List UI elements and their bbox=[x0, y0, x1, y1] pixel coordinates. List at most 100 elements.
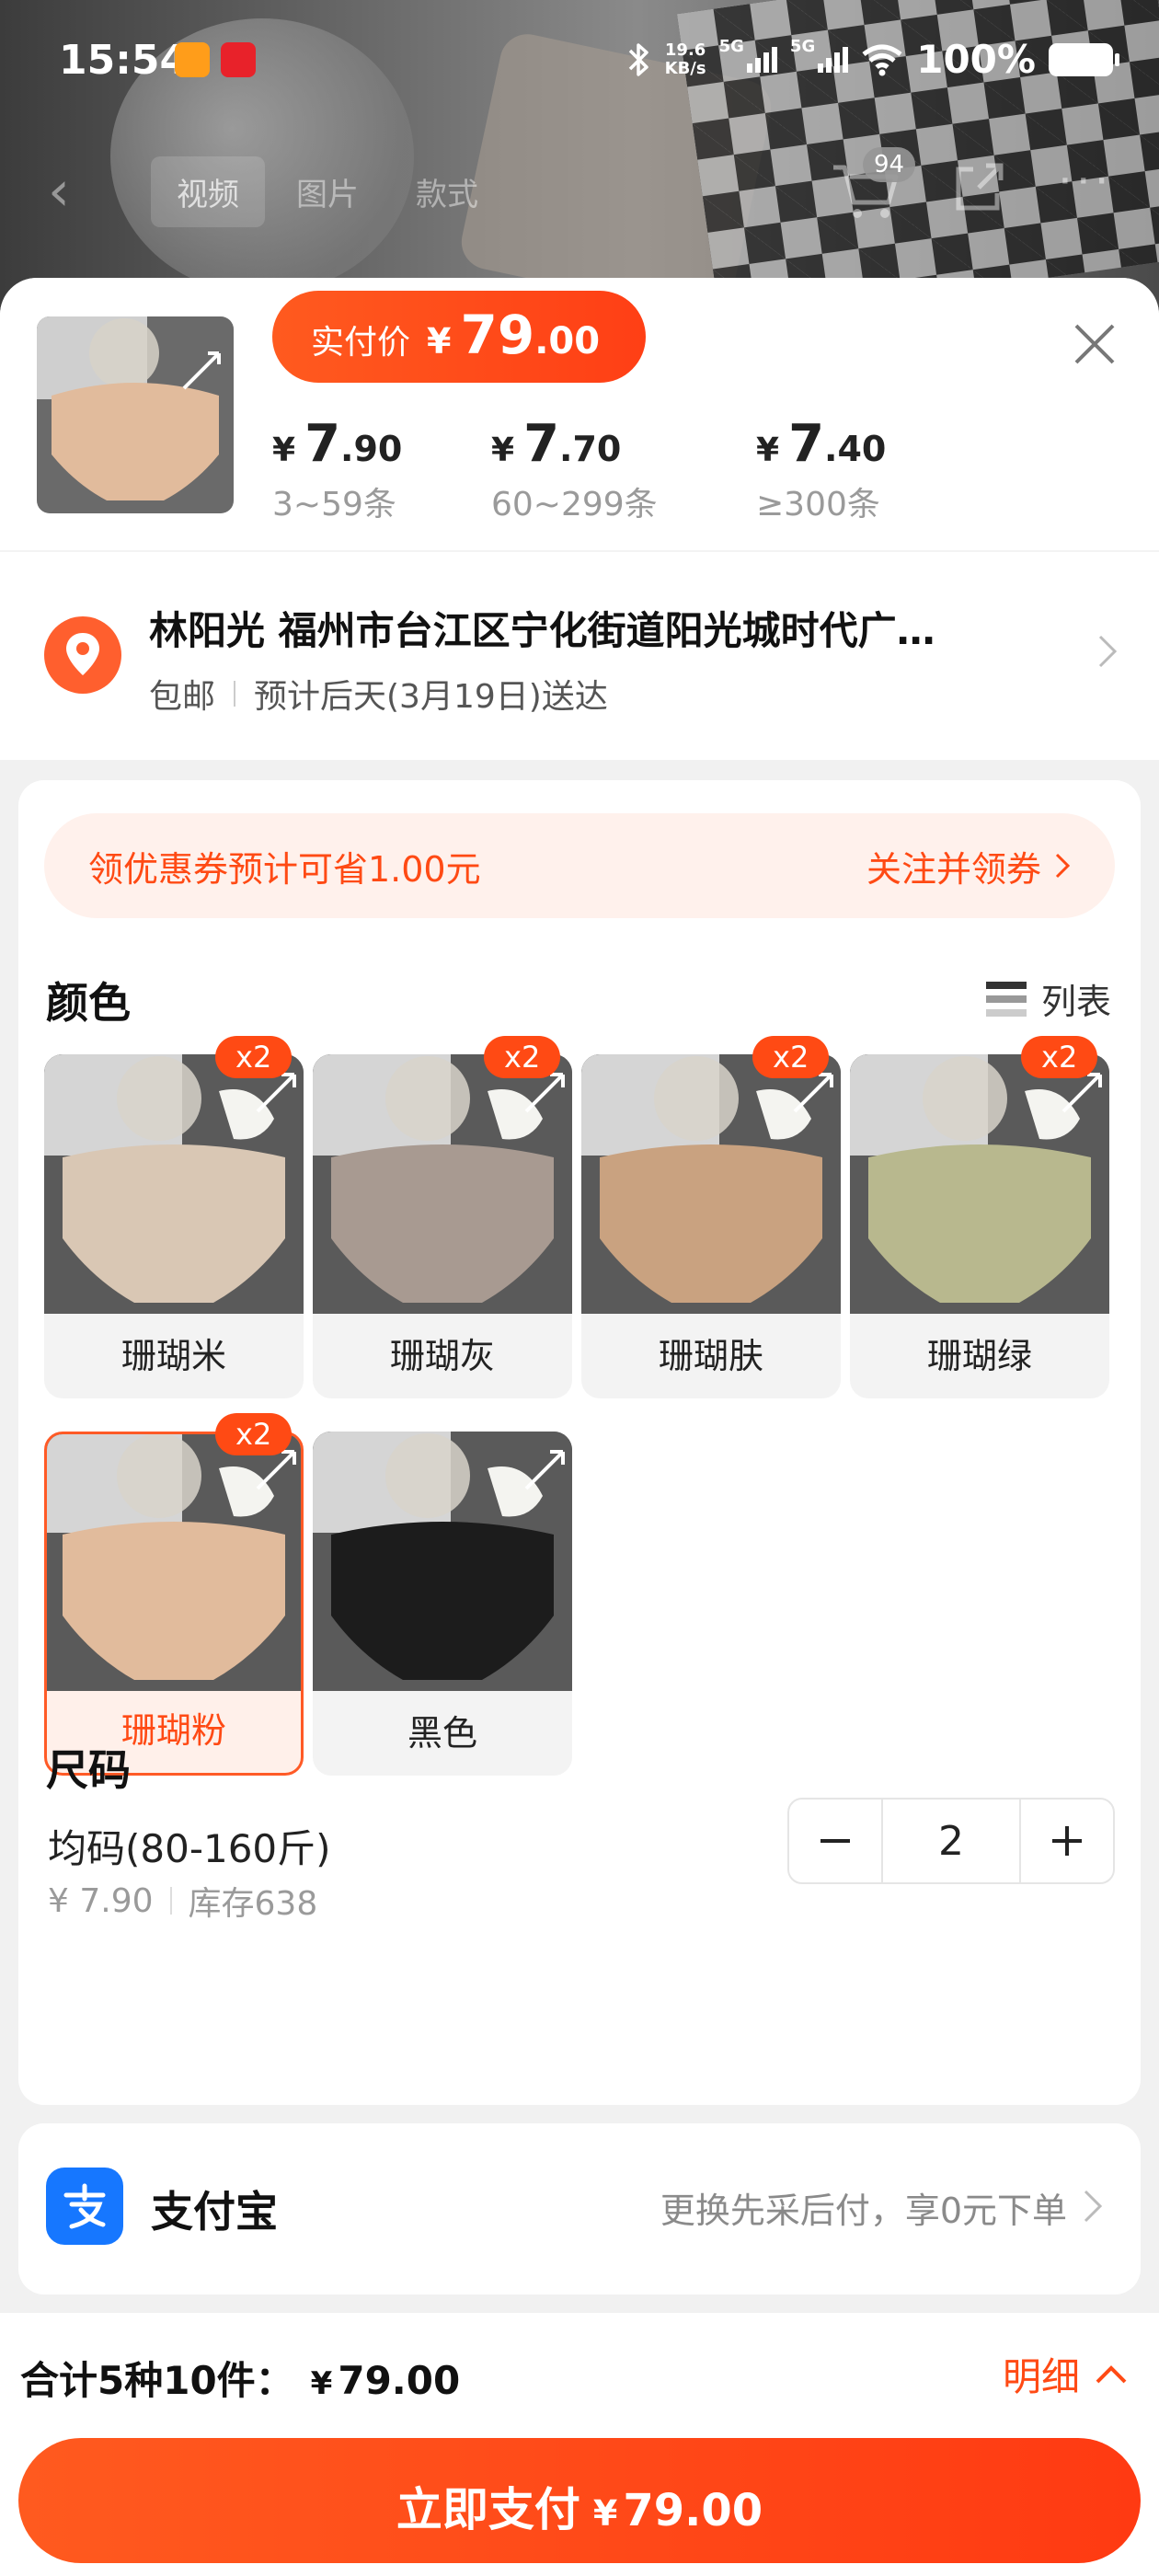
decrease-button[interactable] bbox=[789, 1800, 881, 1882]
more-icon[interactable]: ··· bbox=[1058, 155, 1113, 208]
quantity-stepper: 2 bbox=[787, 1798, 1115, 1884]
coupon-action[interactable]: 关注并领券 bbox=[866, 841, 1071, 891]
shipping-address-row[interactable]: 林阳光 福州市台江区宁化街道阳光城时代广… 包邮 预计后天(3月19日)送达 bbox=[0, 550, 1159, 760]
color-swatch[interactable]: 黑色 bbox=[313, 1432, 572, 1776]
price-tier: ¥7.90 3~59条 bbox=[272, 414, 402, 525]
size-stock: 库存638 bbox=[188, 1885, 318, 1923]
currency-symbol: ¥ bbox=[272, 431, 296, 469]
color-swatch-label: 珊瑚灰 bbox=[389, 1336, 495, 1376]
color-swatch[interactable]: 珊瑚米 bbox=[44, 1054, 304, 1398]
pay-now-label: 立即支付 bbox=[396, 2483, 580, 2536]
actual-price-decimal: .00 bbox=[534, 320, 601, 362]
color-swatch-label: 珊瑚米 bbox=[120, 1336, 226, 1376]
sku-selection-sheet: 实付价 ¥ 79 .00 ¥7.90 3~59条 ¥7.70 60~299条 ¥… bbox=[0, 278, 1159, 2576]
order-total-amount: 79.00 bbox=[338, 2358, 461, 2403]
network-speed-value: 19.6 bbox=[664, 40, 706, 60]
increase-button[interactable] bbox=[1021, 1800, 1113, 1882]
actual-price-integer: 79 bbox=[460, 304, 535, 366]
size-option-name[interactable]: 均码(80-160斤) bbox=[48, 1818, 331, 1874]
share-icon[interactable] bbox=[951, 160, 1006, 215]
quantity-badge: x2 bbox=[484, 1036, 561, 1078]
alipay-icon bbox=[46, 2168, 123, 2245]
currency-symbol: ¥ bbox=[756, 431, 780, 469]
list-view-toggle[interactable]: 列表 bbox=[984, 973, 1111, 1024]
size-section-title: 尺码 bbox=[46, 1745, 131, 1795]
pay-now-button[interactable]: 立即支付 ¥ 79.00 bbox=[18, 2438, 1141, 2563]
chevron-right-icon bbox=[1084, 2190, 1103, 2223]
notification-app-icon bbox=[221, 42, 256, 77]
color-swatch-label: 珊瑚绿 bbox=[926, 1336, 1032, 1376]
color-swatch-image bbox=[313, 1054, 572, 1314]
signal-icon: 5G bbox=[790, 37, 849, 73]
color-swatch-image bbox=[581, 1054, 841, 1314]
color-swatch[interactable]: 珊瑚绿 bbox=[850, 1054, 1109, 1398]
coupon-text: 领优惠券预计可省1.00元 bbox=[88, 848, 481, 890]
tier-price-integer: 7 bbox=[523, 414, 560, 474]
delivery-estimate: 预计后天(3月19日)送达 bbox=[254, 678, 608, 716]
payment-method-row[interactable]: 支付宝 更换先采后付，享0元下单 bbox=[18, 2123, 1141, 2294]
quantity-badge: x2 bbox=[215, 1036, 293, 1078]
wifi-icon bbox=[862, 44, 902, 75]
color-section-title: 颜色 bbox=[46, 978, 131, 1028]
actual-price-pill: 实付价 ¥ 79 .00 bbox=[272, 291, 647, 383]
order-total-label: 合计5种10件： bbox=[20, 2358, 294, 2403]
currency-symbol: ¥ bbox=[427, 321, 452, 362]
minus-icon bbox=[820, 1839, 850, 1843]
bluetooth-icon bbox=[628, 42, 648, 76]
coupon-action-label: 关注并领券 bbox=[866, 848, 1041, 890]
chevron-right-icon bbox=[1098, 635, 1118, 668]
cart-count-badge: 94 bbox=[863, 147, 916, 182]
color-swatch-image bbox=[47, 1434, 301, 1691]
media-tabs: 视频 图片 款式 bbox=[151, 156, 504, 227]
network-speed: 19.6 KB/s bbox=[664, 40, 706, 78]
payment-method-name: 支付宝 bbox=[151, 2187, 278, 2237]
tab-images[interactable]: 图片 bbox=[270, 156, 384, 227]
sku-options-card: 领优惠券预计可省1.00元 关注并领券 颜色 列表 珊瑚米 x2 珊瑚灰 x2 珊瑚肤 x… bbox=[18, 780, 1141, 2105]
signal-type-label: 5G bbox=[718, 36, 744, 56]
color-swatch[interactable]: 珊瑚灰 bbox=[313, 1054, 572, 1398]
color-swatch[interactable]: 珊瑚粉 bbox=[44, 1432, 304, 1776]
address-line: 林阳光 福州市台江区宁化街道阳光城时代广… bbox=[149, 608, 935, 653]
tier-price-integer: 7 bbox=[304, 414, 341, 474]
close-icon[interactable] bbox=[1067, 316, 1122, 372]
signal-icon: 5G bbox=[719, 37, 777, 73]
shipping-label: 包邮 bbox=[149, 678, 216, 716]
chevron-right-icon bbox=[1055, 853, 1071, 879]
tier-price-decimal: .90 bbox=[340, 429, 403, 469]
battery-icon bbox=[1049, 42, 1119, 76]
status-time: 15:54 bbox=[59, 37, 189, 84]
selected-sku-thumbnail[interactable] bbox=[37, 316, 234, 513]
back-icon[interactable]: ‹ bbox=[48, 164, 70, 219]
tab-styles[interactable]: 款式 bbox=[390, 156, 504, 227]
tier-quantity-range: ≥300条 bbox=[756, 486, 880, 523]
tier-quantity-range: 3~59条 bbox=[272, 486, 396, 523]
network-speed-unit: KB/s bbox=[664, 58, 706, 78]
tier-price-decimal: .70 bbox=[559, 429, 622, 469]
notification-app-icon bbox=[175, 42, 210, 77]
tier-quantity-range: 60~299条 bbox=[491, 486, 658, 523]
tier-price-decimal: .40 bbox=[824, 429, 887, 469]
quantity-input[interactable]: 2 bbox=[881, 1800, 1021, 1882]
tab-video[interactable]: 视频 bbox=[151, 156, 265, 227]
divider bbox=[234, 681, 236, 707]
size-option-meta: ¥ 7.90 库存638 bbox=[48, 1877, 317, 1925]
color-swatch-label: 黑色 bbox=[407, 1713, 477, 1754]
list-view-label: 列表 bbox=[1040, 982, 1111, 1022]
tier-price-integer: 7 bbox=[788, 414, 825, 474]
battery-percent: 100% bbox=[916, 37, 1036, 82]
coupon-banner[interactable]: 领优惠券预计可省1.00元 关注并领券 bbox=[44, 813, 1115, 918]
quantity-badge: x2 bbox=[215, 1413, 293, 1455]
price-detail-toggle[interactable]: 明细 bbox=[1003, 2346, 1128, 2402]
plus-icon bbox=[1052, 1826, 1082, 1856]
currency-symbol: ¥ bbox=[491, 431, 515, 469]
price-detail-label: 明细 bbox=[1002, 2354, 1080, 2399]
price-header: 实付价 ¥ 79 .00 ¥7.90 3~59条 ¥7.70 60~299条 ¥… bbox=[0, 278, 1159, 550]
divider bbox=[169, 1887, 172, 1915]
pay-now-amount: 79.00 bbox=[623, 2485, 763, 2536]
checkout-bar: 合计5种10件： ¥ 79.00 明细 立即支付 ¥ 79.00 bbox=[0, 2313, 1159, 2576]
color-swatch[interactable]: 珊瑚肤 bbox=[581, 1054, 841, 1398]
price-tier: ¥7.70 60~299条 bbox=[491, 414, 658, 525]
price-tier: ¥7.40 ≥300条 bbox=[756, 414, 886, 525]
status-bar: 15:54 19.6 KB/s 5G 5G 100% bbox=[0, 0, 1159, 120]
color-swatch-image bbox=[44, 1054, 304, 1314]
